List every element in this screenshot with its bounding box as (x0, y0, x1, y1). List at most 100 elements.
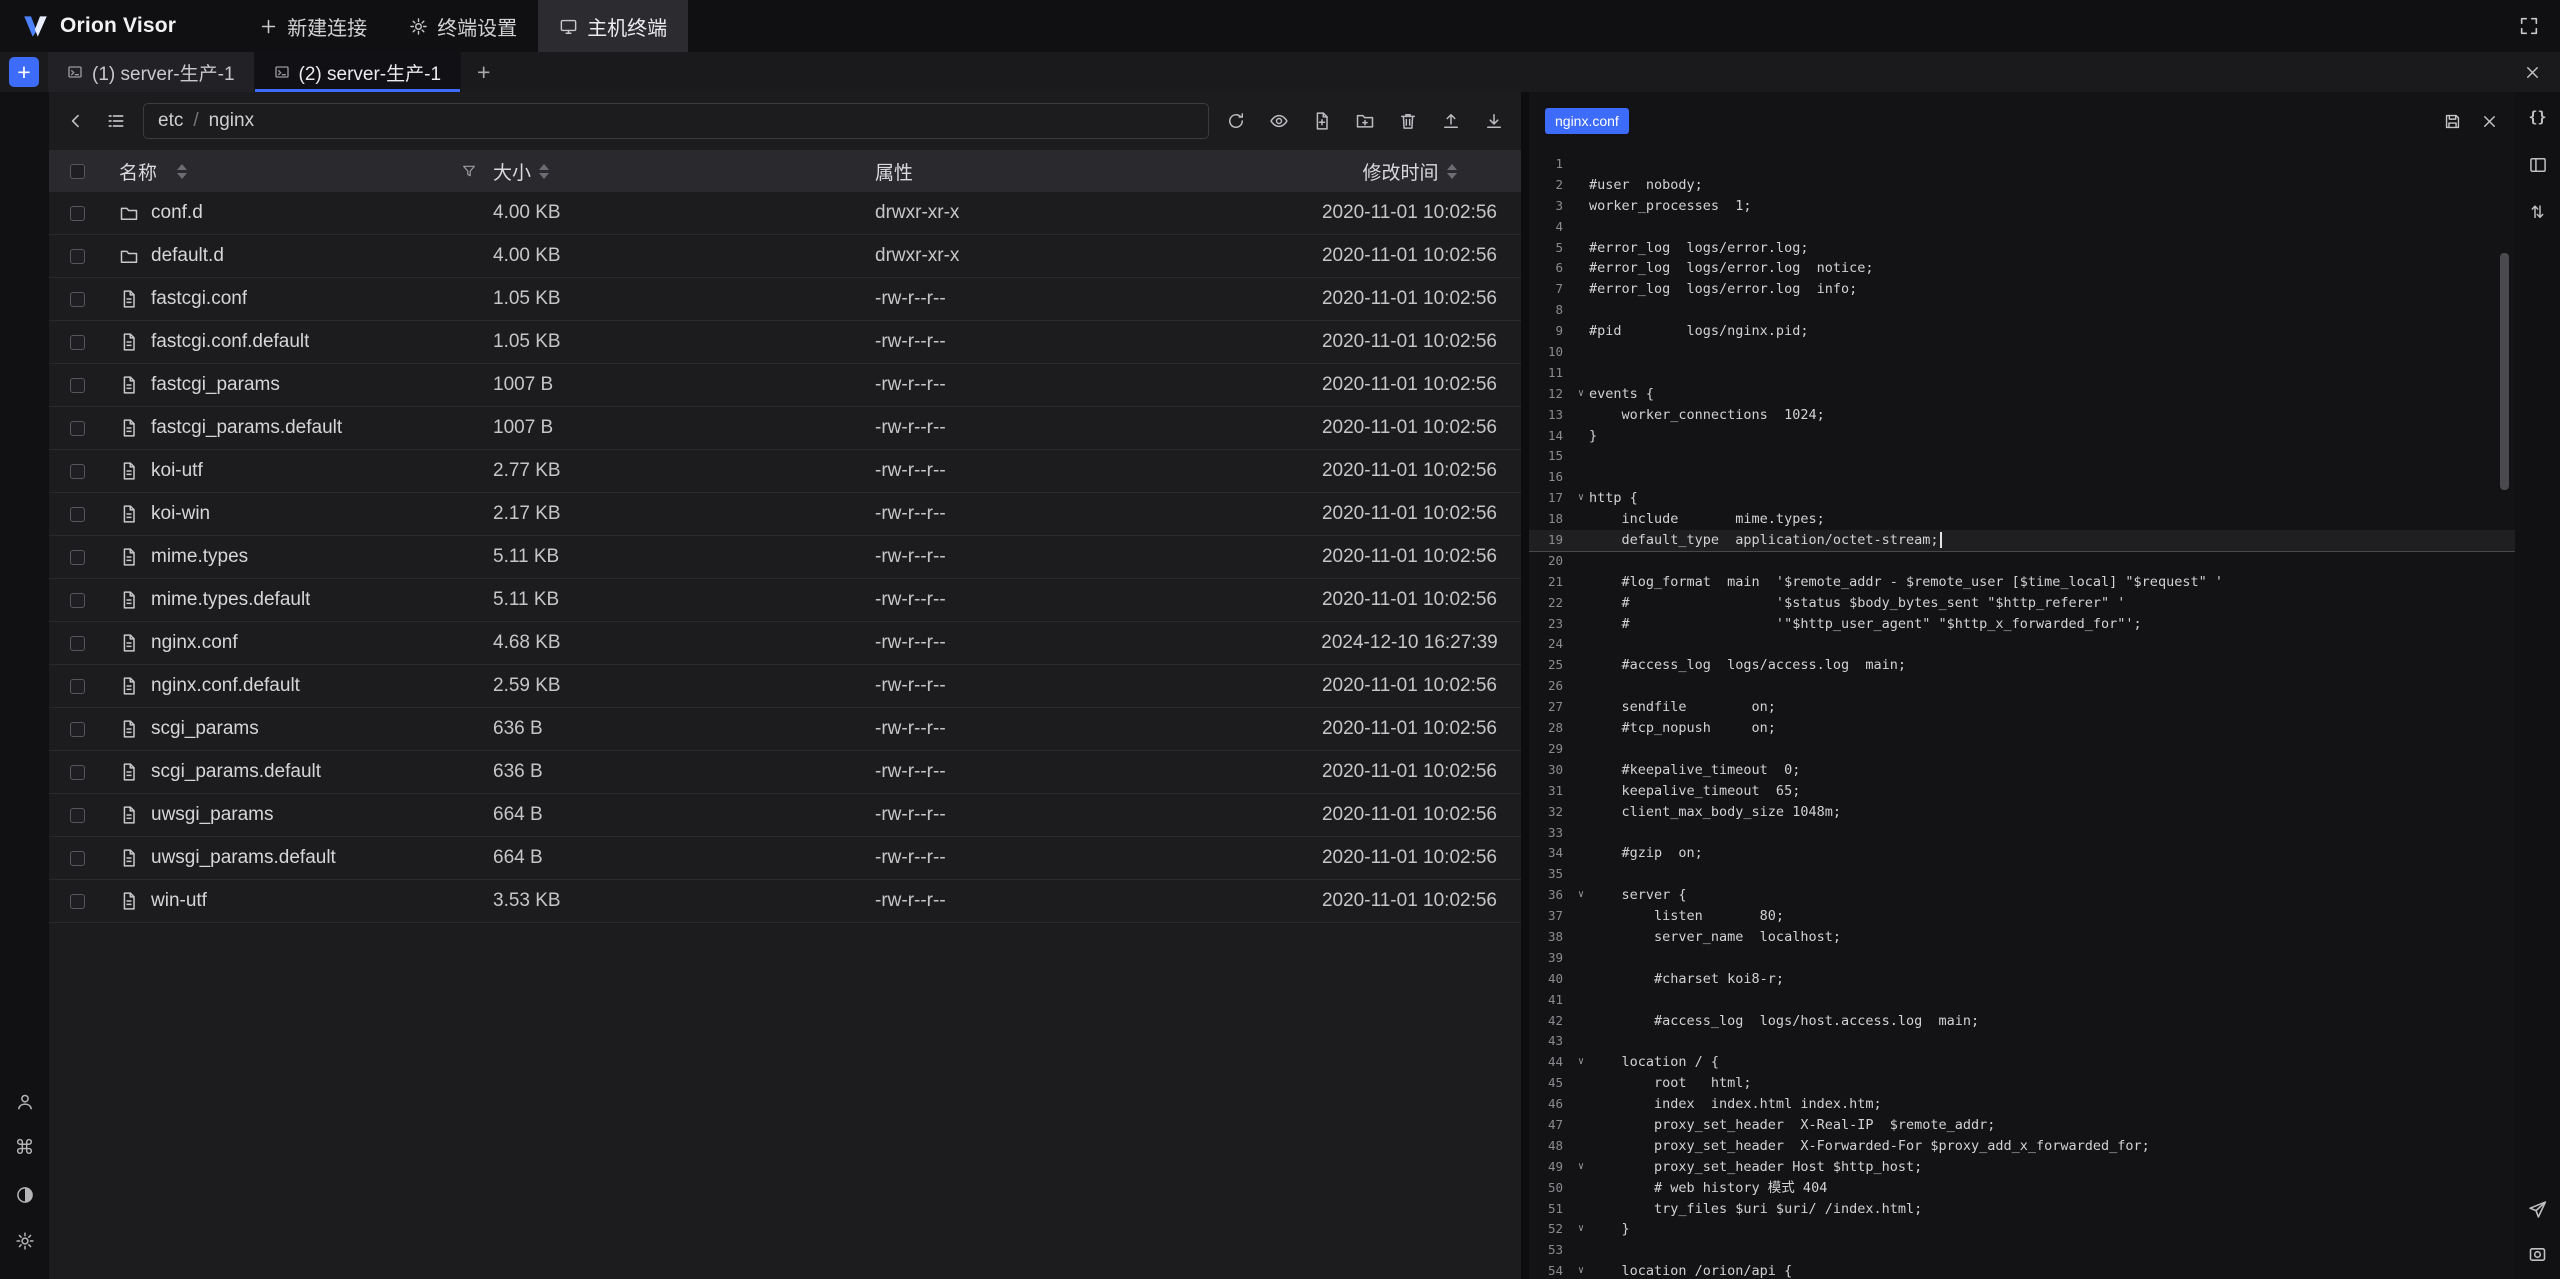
code-line[interactable]: 40 #charset koi8-r; (1529, 969, 2515, 990)
code-line[interactable]: 42 #access_log logs/host.access.log main… (1529, 1011, 2515, 1032)
settings-button[interactable] (15, 1231, 35, 1251)
file-name[interactable]: nginx.conf.default (151, 675, 300, 697)
fold-arrow-icon[interactable]: ∨ (1573, 885, 1589, 906)
new-terminal-button[interactable]: + (9, 57, 39, 87)
row-checkbox[interactable] (49, 507, 105, 522)
open-file-tag[interactable]: nginx.conf (1545, 108, 1629, 134)
row-checkbox[interactable] (49, 765, 105, 780)
preview-button[interactable] (1266, 108, 1292, 134)
table-row[interactable]: mime.types5.11 KB-rw-r--r--2020-11-01 10… (49, 536, 1521, 579)
sort-icon[interactable] (177, 164, 187, 179)
file-name-cell[interactable]: koi-win (105, 503, 493, 525)
file-name[interactable]: scgi_params (151, 718, 259, 740)
tab-server-2[interactable]: (2) server-生产-1 (255, 52, 462, 92)
fold-arrow-icon[interactable]: ∨ (1573, 384, 1589, 405)
code-line[interactable]: 16 (1529, 467, 2515, 488)
table-row[interactable]: fastcgi_params.default1007 B-rw-r--r--20… (49, 407, 1521, 450)
file-name-cell[interactable]: nginx.conf (105, 632, 493, 654)
file-name-cell[interactable]: conf.d (105, 202, 493, 224)
file-name[interactable]: koi-utf (151, 460, 203, 482)
select-all-checkbox[interactable] (49, 164, 105, 179)
code-line[interactable]: 49∨ proxy_set_header Host $http_host; (1529, 1157, 2515, 1178)
file-name[interactable]: uwsgi_params (151, 804, 274, 826)
table-row[interactable]: koi-win2.17 KB-rw-r--r--2020-11-01 10:02… (49, 493, 1521, 536)
file-name-cell[interactable]: scgi_params.default (105, 761, 493, 783)
code-line[interactable]: 52∨ } (1529, 1219, 2515, 1240)
theme-button[interactable] (15, 1185, 35, 1205)
file-name[interactable]: fastcgi_params (151, 374, 280, 396)
fold-arrow-icon[interactable]: ∨ (1573, 488, 1589, 509)
file-name[interactable]: mime.types.default (151, 589, 310, 611)
back-button[interactable] (63, 108, 89, 134)
column-mtime-label[interactable]: 修改时间 (1362, 158, 1438, 185)
file-name-cell[interactable]: koi-utf (105, 460, 493, 482)
code-line[interactable]: 7#error_log logs/error.log info; (1529, 279, 2515, 300)
code-line[interactable]: 19 default_type application/octet-stream… (1529, 530, 2515, 551)
table-row[interactable]: conf.d4.00 KBdrwxr-xr-x2020-11-01 10:02:… (49, 192, 1521, 235)
file-name-cell[interactable]: scgi_params (105, 718, 493, 740)
row-checkbox[interactable] (49, 636, 105, 651)
sort-icon[interactable] (1447, 164, 1457, 179)
panel-layout-button[interactable] (2528, 155, 2548, 175)
file-name-cell[interactable]: default.d (105, 245, 493, 267)
file-name[interactable]: nginx.conf (151, 632, 238, 654)
code-line[interactable]: 17∨http { (1529, 488, 2515, 509)
file-name[interactable]: mime.types (151, 546, 248, 568)
file-name[interactable]: win-utf (151, 890, 207, 912)
table-row[interactable]: mime.types.default5.11 KB-rw-r--r--2020-… (49, 579, 1521, 622)
code-line[interactable]: 4 (1529, 217, 2515, 238)
table-row[interactable]: fastcgi_params1007 B-rw-r--r--2020-11-01… (49, 364, 1521, 407)
new-file-button[interactable] (1309, 108, 1335, 134)
row-checkbox[interactable] (49, 894, 105, 909)
table-row[interactable]: uwsgi_params.default664 B-rw-r--r--2020-… (49, 837, 1521, 880)
row-checkbox[interactable] (49, 808, 105, 823)
table-row[interactable]: win-utf3.53 KB-rw-r--r--2020-11-01 10:02… (49, 880, 1521, 923)
nav-item-terminal-settings[interactable]: 终端设置 (388, 0, 538, 52)
editor-scrollbar[interactable] (2500, 253, 2509, 490)
file-name[interactable]: fastcgi.conf (151, 288, 247, 310)
upload-button[interactable] (1438, 108, 1464, 134)
file-name[interactable]: koi-win (151, 503, 210, 525)
code-line[interactable]: 14} (1529, 426, 2515, 447)
filter-button[interactable] (461, 163, 477, 179)
breadcrumb-item-nginx[interactable]: nginx (209, 110, 254, 132)
code-line[interactable]: 15 (1529, 446, 2515, 467)
fullscreen-button[interactable] (2498, 15, 2560, 37)
tab-server-1[interactable]: (1) server-生产-1 (48, 52, 255, 92)
code-line[interactable]: 27 sendfile on; (1529, 697, 2515, 718)
file-name-cell[interactable]: win-utf (105, 890, 493, 912)
code-line[interactable]: 28 #tcp_nopush on; (1529, 718, 2515, 739)
code-line[interactable]: 45 root html; (1529, 1073, 2515, 1094)
file-name[interactable]: fastcgi.conf.default (151, 331, 309, 353)
code-line[interactable]: 31 keepalive_timeout 65; (1529, 781, 2515, 802)
file-name[interactable]: fastcgi_params.default (151, 417, 342, 439)
code-line[interactable]: 5#error_log logs/error.log; (1529, 238, 2515, 259)
file-name[interactable]: uwsgi_params.default (151, 847, 336, 869)
new-folder-button[interactable] (1352, 108, 1378, 134)
transfer-button[interactable]: ⇅ (2530, 203, 2544, 223)
file-name[interactable]: default.d (151, 245, 224, 267)
code-line[interactable]: 38 server_name localhost; (1529, 927, 2515, 948)
code-line[interactable]: 22 # '$status $body_bytes_sent "$http_re… (1529, 593, 2515, 614)
row-checkbox[interactable] (49, 851, 105, 866)
row-checkbox[interactable] (49, 593, 105, 608)
column-size-label[interactable]: 大小 (493, 158, 531, 185)
file-name[interactable]: conf.d (151, 202, 203, 224)
code-line[interactable]: 12∨events { (1529, 384, 2515, 405)
code-line[interactable]: 48 proxy_set_header X-Forwarded-For $pro… (1529, 1136, 2515, 1157)
code-line[interactable]: 44∨ location / { (1529, 1052, 2515, 1073)
nav-item-host-terminal[interactable]: 主机终端 (538, 0, 688, 52)
code-line[interactable]: 32 client_max_body_size 1048m; (1529, 802, 2515, 823)
code-line[interactable]: 25 #access_log logs/access.log main; (1529, 655, 2515, 676)
nav-item-new-connection[interactable]: 新建连接 (238, 0, 388, 52)
close-panel-button[interactable] (2505, 63, 2560, 82)
code-editor[interactable]: 12#user nobody;3worker_processes 1;45#er… (1529, 150, 2515, 1279)
row-checkbox[interactable] (49, 249, 105, 264)
user-button[interactable] (15, 1092, 35, 1112)
row-checkbox[interactable] (49, 550, 105, 565)
row-checkbox[interactable] (49, 292, 105, 307)
sort-icon[interactable] (539, 164, 549, 179)
code-line[interactable]: 50 # web history 模式 404 (1529, 1178, 2515, 1199)
code-line[interactable]: 18 include mime.types; (1529, 509, 2515, 530)
code-line[interactable]: 54∨ location /orion/api { (1529, 1261, 2515, 1279)
